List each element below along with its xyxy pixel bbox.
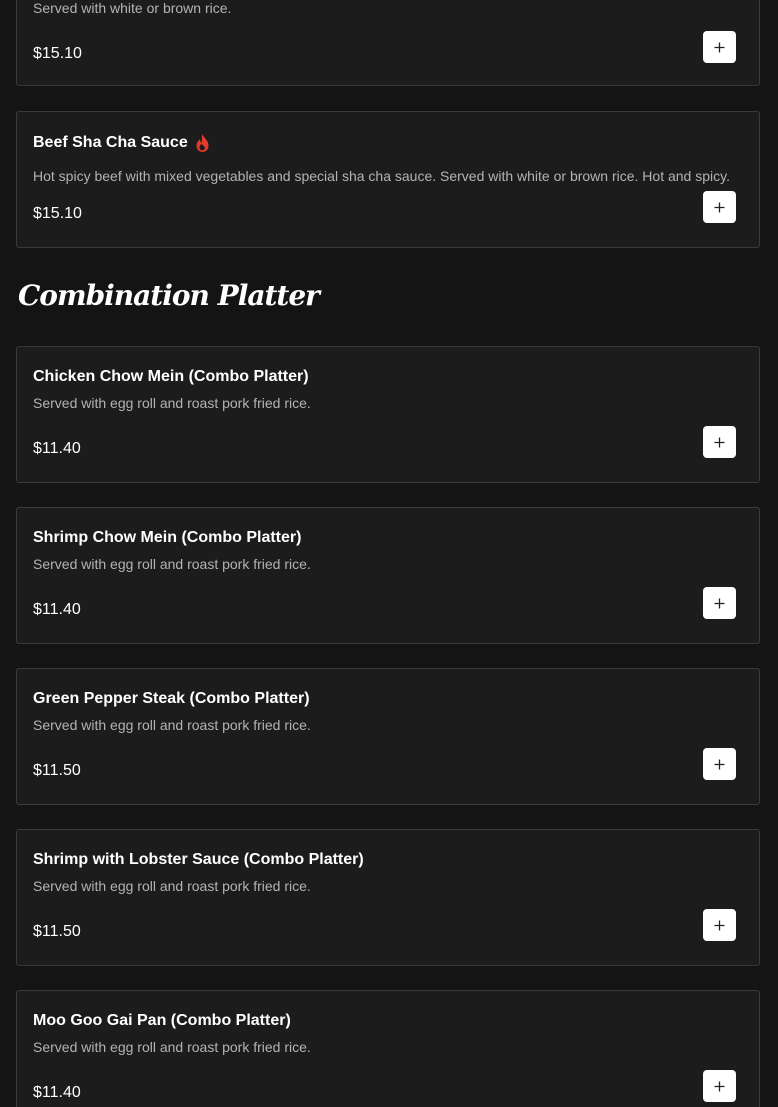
- item-description: Served with egg roll and roast pork frie…: [33, 717, 311, 733]
- item-price: $11.50: [33, 762, 81, 779]
- item-description: Served with egg roll and roast pork frie…: [33, 878, 311, 894]
- flame-icon: [196, 134, 209, 152]
- add-to-cart-button[interactable]: [703, 748, 736, 780]
- plus-icon: [714, 920, 725, 930]
- plus-icon: [714, 42, 725, 52]
- item-name: Moo Goo Gai Pan (Combo Platter): [33, 1012, 291, 1029]
- add-to-cart-button[interactable]: [703, 587, 736, 619]
- item-price: $11.50: [33, 923, 81, 940]
- item-name: Shrimp with Lobster Sauce (Combo Platter…: [33, 851, 364, 868]
- plus-icon: [714, 202, 725, 212]
- menu-item-card[interactable]: Chicken Chow Mein (Combo Platter) Served…: [16, 346, 760, 483]
- item-name: Beef Sha Cha Sauce: [33, 134, 188, 151]
- item-description: Served with white or brown rice.: [33, 0, 232, 16]
- add-to-cart-button[interactable]: [703, 426, 736, 458]
- item-price: $11.40: [33, 1084, 81, 1101]
- item-name: Shrimp Chow Mein (Combo Platter): [33, 529, 302, 546]
- menu-item-card[interactable]: Moo Goo Gai Pan (Combo Platter) Served w…: [16, 990, 760, 1107]
- item-price: $11.40: [33, 440, 81, 457]
- plus-icon: [714, 437, 725, 447]
- add-to-cart-button[interactable]: [703, 1070, 736, 1102]
- plus-icon: [714, 1081, 725, 1091]
- plus-icon: [714, 598, 725, 608]
- menu-item-card[interactable]: Green Pepper Steak (Combo Platter) Serve…: [16, 668, 760, 805]
- menu-page: Served with white or brown rice. $15.10 …: [0, 0, 778, 1107]
- menu-item-card[interactable]: Beef Sha Cha Sauce Hot spicy beef with m…: [16, 111, 760, 248]
- plus-icon: [714, 759, 725, 769]
- item-description: Served with egg roll and roast pork frie…: [33, 556, 311, 572]
- item-name: Chicken Chow Mein (Combo Platter): [33, 368, 309, 385]
- menu-item-card[interactable]: Shrimp with Lobster Sauce (Combo Platter…: [16, 829, 760, 966]
- item-description: Served with egg roll and roast pork frie…: [33, 395, 311, 411]
- add-to-cart-button[interactable]: [703, 909, 736, 941]
- item-description: Hot spicy beef with mixed vegetables and…: [33, 168, 730, 184]
- section-title: Combination Platter: [18, 279, 320, 312]
- item-price: $11.40: [33, 601, 81, 618]
- add-to-cart-button[interactable]: [703, 31, 736, 63]
- menu-item-card[interactable]: Served with white or brown rice. $15.10: [16, 0, 760, 86]
- menu-item-card[interactable]: Shrimp Chow Mein (Combo Platter) Served …: [16, 507, 760, 644]
- item-price: $15.10: [33, 205, 82, 222]
- item-name: Green Pepper Steak (Combo Platter): [33, 690, 310, 707]
- add-to-cart-button[interactable]: [703, 191, 736, 223]
- item-description: Served with egg roll and roast pork frie…: [33, 1039, 311, 1055]
- item-price: $15.10: [33, 45, 82, 62]
